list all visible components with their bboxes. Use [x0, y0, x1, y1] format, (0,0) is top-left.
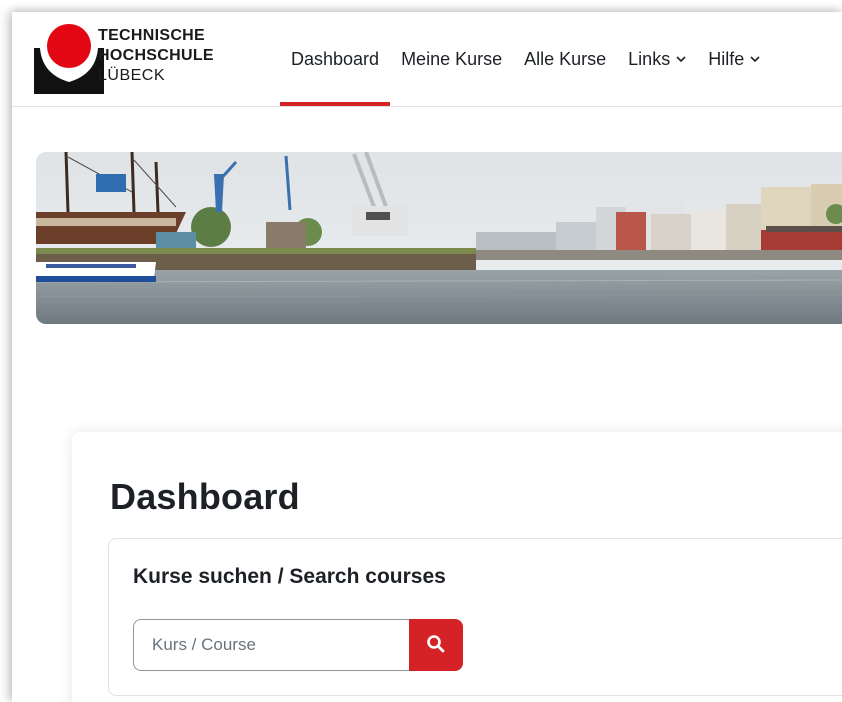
course-search-button[interactable] — [409, 619, 463, 671]
top-navbar: TECHNISCHE HOCHSCHULE LÜBECK Dashboard M… — [12, 12, 842, 107]
brand-line-3: LÜBECK — [98, 67, 166, 84]
nav-dashboard[interactable]: Dashboard — [280, 12, 391, 106]
dashboard-card: Dashboard Kurse suchen / Search courses — [72, 432, 842, 702]
page-title: Dashboard — [110, 476, 300, 517]
course-search-input[interactable] — [133, 619, 409, 671]
course-search-form — [133, 619, 463, 671]
nav-links-label: Links — [628, 48, 671, 69]
nav-alle-kurse[interactable]: Alle Kurse — [513, 12, 617, 106]
brand-line-1: TECHNISCHE — [98, 27, 206, 44]
brand-name[interactable]: TECHNISCHE HOCHSCHULE LÜBECK — [98, 26, 214, 86]
nav-meine-kurse[interactable]: Meine Kurse — [390, 12, 513, 106]
th-luebeck-logo-icon[interactable] — [34, 22, 104, 94]
hero-banner-image — [36, 152, 842, 324]
brand-line-2: HOCHSCHULE — [98, 47, 214, 64]
search-icon — [426, 634, 446, 657]
nav-hilfe-dropdown[interactable]: Hilfe — [697, 12, 771, 106]
primary-navigation: Dashboard Meine Kurse Alle Kurse Links H… — [280, 12, 771, 106]
course-search-block: Kurse suchen / Search courses — [108, 538, 842, 696]
nav-dashboard-label: Dashboard — [291, 48, 380, 69]
course-search-heading: Kurse suchen / Search courses — [133, 565, 446, 588]
browser-page: TECHNISCHE HOCHSCHULE LÜBECK Dashboard M… — [12, 12, 842, 702]
chevron-down-icon — [676, 55, 686, 63]
nav-alle-kurse-label: Alle Kurse — [524, 48, 607, 69]
chevron-down-icon — [750, 55, 760, 63]
nav-meine-kurse-label: Meine Kurse — [401, 48, 503, 69]
nav-hilfe-label: Hilfe — [708, 48, 745, 69]
nav-links-dropdown[interactable]: Links — [617, 12, 697, 106]
